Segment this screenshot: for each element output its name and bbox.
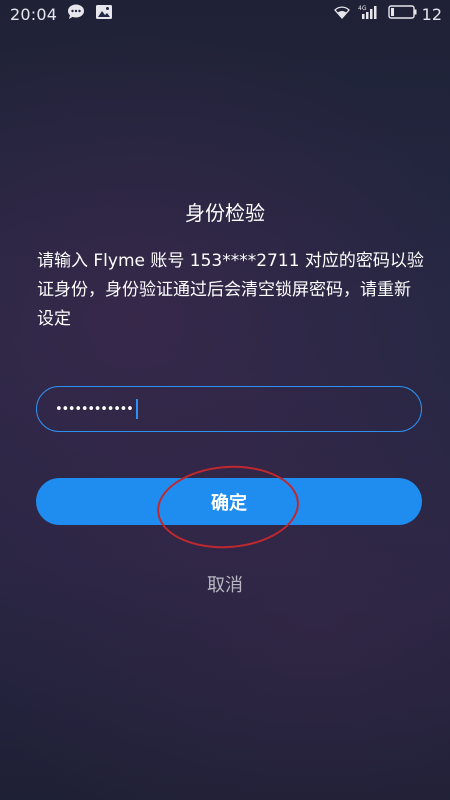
text-caret [135,399,138,419]
status-bar: 20:04 4G 12 [0,0,450,28]
wifi-icon [332,4,352,24]
password-value: •••••••••••• [55,401,134,417]
dialog-title: 身份检验 [185,201,265,225]
confirm-button-label: 确定 [211,492,247,514]
svg-text:4G: 4G [358,5,367,12]
password-input[interactable]: •••••••••••• [36,386,422,432]
battery-level: 12 [421,4,442,24]
message-icon [67,4,85,24]
status-left: 20:04 [10,4,113,24]
status-time: 20:04 [10,4,58,24]
status-right: 4G 12 [332,4,442,24]
image-icon [95,4,113,24]
confirm-button[interactable]: 确定 [36,478,422,525]
dialog-description: 请输入 Flyme 账号 153****2711 对应的密码以验证身份，身份验证… [37,251,424,329]
cancel-button[interactable]: 取消 [175,570,275,602]
battery-icon [387,4,418,24]
signal-4g-icon: 4G [358,4,380,24]
